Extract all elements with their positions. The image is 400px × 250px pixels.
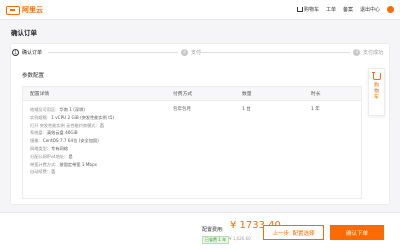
spec-key: 带宽计费方式:	[30, 161, 57, 167]
place-order-button[interactable]: 确认下单	[330, 225, 384, 240]
spec-line: 镜像: CentOS 7.7 64位 (安全加固)	[30, 137, 114, 145]
saving-badge: 已省费 1 年	[202, 236, 230, 244]
previous-step-button[interactable]: 上一步: 配置选择	[263, 225, 324, 240]
spec-value: 专有网络	[51, 145, 68, 151]
spec-line: 实例规格: 1 vCPU 2 GiB (突发性能实例 t5)	[30, 114, 114, 122]
nav-filing[interactable]: 备案	[343, 6, 353, 13]
spec-value: 1 vCPU 2 GiB (突发性能实例 t5)	[51, 114, 115, 120]
billing-method: 包年包月	[173, 107, 191, 112]
page-title: 确认订单	[11, 29, 37, 37]
side-cart-label: 购物车	[373, 82, 379, 100]
nav-console[interactable]: 退出中心	[360, 6, 380, 13]
quantity: 1 台	[242, 107, 251, 112]
step-connector	[48, 52, 178, 53]
step-connector	[200, 52, 350, 53]
spec-key: 实例规格:	[30, 114, 49, 120]
top-bar: 阿里云 购物车 工单 备案 退出中心	[0, 0, 400, 20]
spec-key: 网络类型:	[30, 145, 49, 151]
original-price: ¥ 1,026.60	[229, 236, 251, 241]
step-label: 支付	[191, 50, 202, 56]
nav-cart[interactable]: 购物车	[296, 6, 319, 13]
table-header: 配置详情 付费方式 数量 时长	[23, 87, 361, 101]
step-confirm-order: 1 确认订单	[12, 49, 42, 56]
nav-orders[interactable]: 工单	[326, 6, 336, 13]
step-number: 2	[181, 49, 188, 56]
spec-line: 分配公网IPv4地址: 是	[30, 153, 114, 161]
step-pay: 2 支付	[181, 49, 201, 56]
side-cart-button[interactable]: 购物车	[368, 68, 385, 116]
spec-value: 否	[99, 122, 105, 128]
column-header: 数量	[242, 92, 252, 97]
avatar[interactable]	[387, 6, 394, 13]
spec-value: CentOS 7.7 64位 (安全加固)	[42, 138, 99, 144]
step-number: 3	[353, 49, 360, 56]
spec-line: 地域及可用区: 华南 1 (深圳)	[30, 106, 114, 114]
table-row: 地域及可用区: 华南 1 (深圳) 实例规格: 1 vCPU 2 GiB (突发性能…	[23, 101, 361, 198]
spec-value: 按固定带宽 1 Mbps	[59, 161, 97, 167]
spec-line: 打开 突发性能实例 无性能约束模式: 否	[30, 122, 114, 130]
logo-icon	[6, 5, 20, 15]
spec-value: 是	[68, 153, 73, 159]
spec-line: 自动续费: 否	[30, 168, 114, 176]
cart-icon	[371, 72, 381, 80]
spec-key: 分配公网IPv4地址:	[30, 153, 66, 159]
cart-icon	[296, 7, 303, 12]
spec-key: 系统盘:	[30, 130, 44, 136]
nav-cart-label: 购物车	[303, 7, 319, 13]
spec-key: 镜像:	[30, 138, 40, 144]
column-header: 配置详情	[30, 92, 50, 97]
price-label: 配置费用:	[202, 227, 224, 233]
order-table: 配置详情 付费方式 数量 时长 地域及可用区: 华南 1 (深圳) 实例规格: 1 …	[22, 86, 362, 199]
duration: 1 年	[311, 107, 320, 112]
spec-key: 打开 突发性能实例 无性能约束模式:	[30, 122, 97, 128]
config-specs: 地域及可用区: 华南 1 (深圳) 实例规格: 1 vCPU 2 GiB (突发性能…	[30, 106, 114, 176]
step-pay-success: 3 支付成功	[353, 49, 383, 56]
section-title: 参数配置	[22, 73, 45, 79]
spec-value: 华南 1 (深圳)	[59, 107, 85, 112]
spec-line: 网络类型: 专有网络	[30, 145, 114, 153]
step-label: 支付成功	[363, 50, 384, 56]
spec-value: 高效云盘 40GiB	[46, 130, 78, 136]
column-header: 时长	[311, 92, 321, 97]
step-label: 确认订单	[22, 50, 43, 56]
spec-value: 否	[51, 169, 56, 175]
column-header: 付费方式	[173, 92, 193, 97]
spec-line: 系统盘: 高效云盘 40GiB	[30, 129, 114, 137]
spec-key: 自动续费:	[30, 169, 49, 175]
step-number: 1	[12, 49, 19, 56]
top-nav: 购物车 工单 备案 退出中心	[296, 6, 394, 13]
brand-logo[interactable]: 阿里云	[6, 5, 43, 15]
spec-key: 地域及可用区:	[30, 107, 57, 112]
spec-line: 带宽计费方式: 按固定带宽 1 Mbps	[30, 161, 114, 169]
logo-text: 阿里云	[22, 6, 43, 14]
